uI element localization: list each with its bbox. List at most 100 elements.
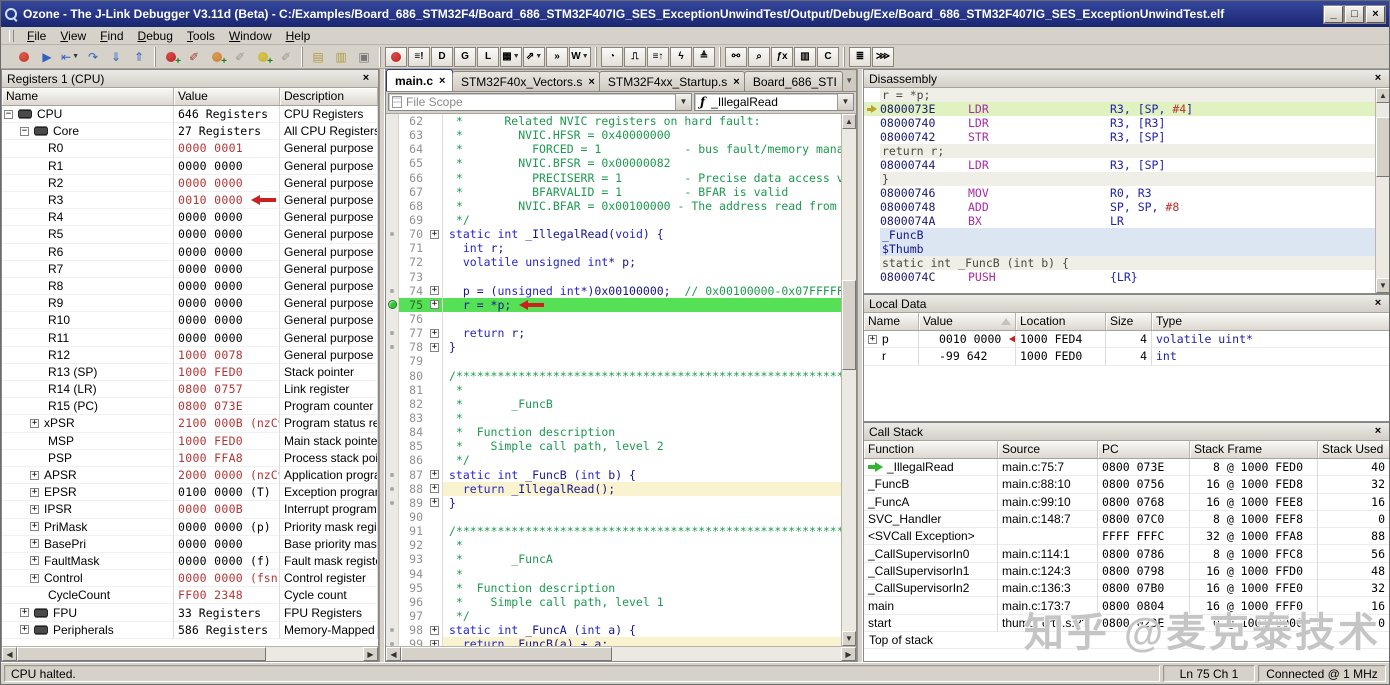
breakpoint-margin[interactable] <box>386 114 399 128</box>
column-header-size[interactable]: Size <box>1106 313 1152 330</box>
file-scope-combo[interactable]: File Scope ▼ <box>388 93 692 111</box>
code-line[interactable]: 75+ r = *p; <box>386 298 841 312</box>
code-line[interactable]: 71 int r; <box>386 241 841 255</box>
tab-close-icon[interactable]: × <box>588 76 594 88</box>
tab-close-icon[interactable]: × <box>439 75 445 87</box>
expand-icon[interactable]: + <box>30 522 39 531</box>
watch-window-button[interactable]: W▼ <box>569 47 591 67</box>
column-header-type[interactable]: Type <box>1152 313 1389 330</box>
register-row[interactable]: R00000 0001General purpose r <box>2 140 378 157</box>
collapse-icon[interactable]: − <box>4 110 13 119</box>
register-row[interactable]: −Core27 RegistersAll CPU Registers <box>2 123 378 140</box>
code-line[interactable]: 93 * _FuncA <box>386 552 841 566</box>
register-row[interactable]: R110000 0000General purpose r <box>2 329 378 346</box>
call-stack-row[interactable]: _CallSupervisorIn0main.c:114:10800 07868… <box>864 545 1389 562</box>
expand-icon[interactable]: + <box>30 574 39 583</box>
column-header-value[interactable]: Value <box>174 88 280 105</box>
breakpoint-margin[interactable] <box>386 298 399 312</box>
register-row[interactable]: CycleCountFF00 2348Cycle count <box>2 587 378 604</box>
expand-icon[interactable]: + <box>30 471 39 480</box>
menu-item-window[interactable]: Window <box>222 28 279 44</box>
call-stack-row[interactable]: <SVCall Exception>FFFF FFFC32 @ 1000 FFA… <box>864 528 1389 545</box>
resume-button[interactable]: ▶ <box>36 47 58 67</box>
disassembly-line[interactable]: r = *p; <box>864 88 1375 102</box>
breakpoint-margin[interactable] <box>386 326 399 340</box>
expand-icon[interactable]: + <box>30 505 39 514</box>
breakpoint-margin[interactable] <box>386 397 399 411</box>
menu-item-view[interactable]: View <box>53 28 93 44</box>
code-line[interactable]: 87+static int _FuncB (int b) { <box>386 468 841 482</box>
functions-window-button[interactable]: ƒx <box>771 47 793 67</box>
breakpoint-margin[interactable] <box>386 354 399 368</box>
breakpoint-margin[interactable] <box>386 340 399 354</box>
code-line[interactable]: 94 * <box>386 567 841 581</box>
code-line[interactable]: 67 * BFARVALID = 1 - BFAR is valid <box>386 185 841 199</box>
code-line[interactable]: 99+ return _FuncB(a) + a; <box>386 637 841 646</box>
disassembly-line[interactable]: 08000744LDRR3, [SP] <box>864 158 1375 172</box>
new-project-button[interactable]: ▤ <box>307 47 329 67</box>
breakpoint-margin[interactable] <box>386 171 399 185</box>
code-area[interactable]: 62 * Related NVIC registers on hard faul… <box>386 114 841 646</box>
set-breakpoint-button[interactable] <box>160 47 182 67</box>
code-line[interactable]: 88+ return _IllegalRead(); <box>386 482 841 496</box>
code-line[interactable]: 74+ p = (unsigned int*)0x00100000; // 0x… <box>386 284 841 298</box>
terminal-window-button[interactable]: » <box>546 47 568 67</box>
code-line[interactable]: 86 */ <box>386 453 841 467</box>
code-line[interactable]: 66 * PRECISERR = 1 - Precise data access… <box>386 171 841 185</box>
code-line[interactable]: 89+} <box>386 496 841 510</box>
register-row[interactable]: R13 (SP)1000 FED0Stack pointer <box>2 364 378 381</box>
disassembly-line[interactable]: 0800074CPUSH{LR} <box>864 270 1375 284</box>
registers-panel-close-icon[interactable]: × <box>359 72 373 86</box>
register-row[interactable]: +APSR2000 0000 (nzCvqApplication progra <box>2 467 378 484</box>
breakpoint-margin[interactable] <box>386 284 399 298</box>
disassembly-window-button[interactable]: D <box>431 47 453 67</box>
console-window-button[interactable]: ≡! <box>408 47 430 67</box>
code-line[interactable]: 82 * _FuncB <box>386 397 841 411</box>
column-header-source[interactable]: Source <box>998 441 1098 458</box>
expand-icon[interactable]: + <box>30 419 39 428</box>
collapse-icon[interactable]: − <box>20 127 29 136</box>
code-line[interactable]: 85 * Simple call path, level 2 <box>386 439 841 453</box>
expand-icon[interactable]: + <box>430 300 439 309</box>
disassembly-listing[interactable]: r = *p;0800073ELDRR3, [SP, #4]08000740LD… <box>864 88 1375 293</box>
clear-data-breakpoints-button[interactable]: ✐ <box>229 47 251 67</box>
register-row[interactable]: R20000 0000General purpose r <box>2 175 378 192</box>
call-stack-row[interactable]: _CallSupervisorIn1main.c:124:30800 07981… <box>864 563 1389 580</box>
step-over-button[interactable]: ↷ <box>82 47 104 67</box>
code-line[interactable]: 91/*************************************… <box>386 524 841 538</box>
breakpoint-margin[interactable] <box>386 312 399 326</box>
register-row[interactable]: MSP1000 FED0Main stack pointer <box>2 433 378 450</box>
register-row[interactable]: R90000 0000General purpose r <box>2 295 378 312</box>
code-line[interactable]: 79 <box>386 354 841 368</box>
breakpoint-margin[interactable] <box>386 128 399 142</box>
breakpoint-margin[interactable] <box>386 213 399 227</box>
register-row[interactable]: +PriMask0000 0000 (p)Priority mask regis <box>2 519 378 536</box>
expand-icon[interactable]: + <box>430 498 439 507</box>
register-row[interactable]: +EPSR0100 0000 (T)Exception progran <box>2 484 378 501</box>
breakpoint-margin[interactable] <box>386 623 399 637</box>
scroll-right-icon[interactable]: ▶ <box>841 647 856 661</box>
editor-hscrollbar[interactable]: ◀ ▶ <box>386 646 856 661</box>
code-line[interactable]: 69 */ <box>386 213 841 227</box>
find-button[interactable]: ⌕ <box>748 47 770 67</box>
expand-icon[interactable]: + <box>430 626 439 635</box>
expand-icon[interactable]: + <box>430 343 439 352</box>
save-button[interactable]: ▣ <box>353 47 375 67</box>
register-row[interactable]: PSP1000 FFA8Process stack poir <box>2 450 378 467</box>
step-out-button[interactable]: ⇑ <box>128 47 150 67</box>
minimize-button[interactable]: _ <box>1324 6 1343 23</box>
editor-vscrollbar[interactable]: ▲ ▼ <box>841 114 856 646</box>
breakpoint-margin[interactable] <box>386 468 399 482</box>
registers-window-button[interactable]: ≣ <box>849 47 871 67</box>
breakpoint-margin[interactable] <box>386 595 399 609</box>
local-data-panel-close-icon[interactable]: × <box>1371 297 1385 311</box>
code-line[interactable]: 90 <box>386 510 841 524</box>
call-stack-row[interactable]: _IllegalReadmain.c:75:70800 073E8 @ 1000… <box>864 459 1389 476</box>
scroll-track[interactable] <box>17 647 363 661</box>
power-graph-window-button[interactable]: ⎍ <box>624 47 646 67</box>
register-row[interactable]: +Control0000 0000 (fsn)Control register <box>2 570 378 587</box>
watched-data-window-button[interactable]: ⇗▼ <box>523 47 545 67</box>
code-line[interactable]: 68 * NVIC.BFAR = 0x00100000 - The addres… <box>386 199 841 213</box>
tab-overflow-icon[interactable]: ▼ <box>842 76 856 85</box>
expand-icon[interactable]: + <box>30 539 39 548</box>
